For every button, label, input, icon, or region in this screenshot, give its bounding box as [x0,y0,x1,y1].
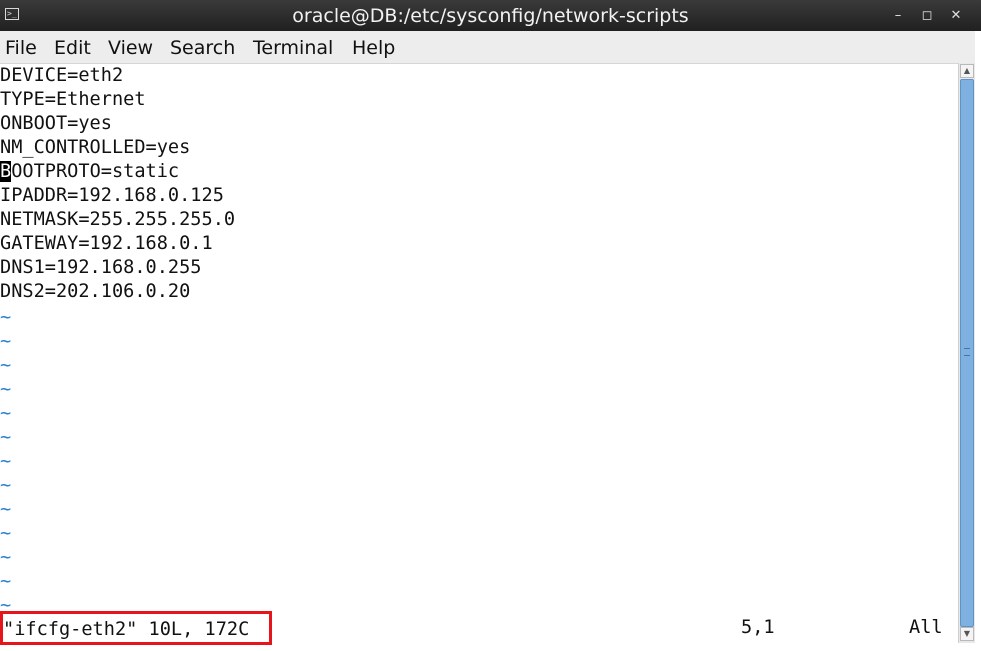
scrollbar-thumb[interactable] [960,79,974,627]
window-edge [975,31,981,651]
maximize-button[interactable]: ◻ [917,6,937,26]
menu-view[interactable]: View [108,36,153,60]
config-line-bootproto: BOOTPROTO=static [0,160,179,184]
menu-search[interactable]: Search [170,36,235,60]
title-bar[interactable]: >_ oracle@DB:/etc/sysconfig/network-scri… [0,0,981,31]
file-info-highlight: "ifcfg-eth2" 10L, 172C [0,611,272,645]
menu-edit[interactable]: Edit [54,36,91,60]
empty-line-marker: ~ [0,451,12,472]
config-line-onboot: ONBOOT=yes [0,113,112,134]
text-cursor: B [0,161,12,182]
empty-line-marker: ~ [0,331,12,352]
scroll-position: All [909,617,943,638]
config-line-nm-controlled: NM_CONTROLLED=yes [0,137,191,158]
empty-line-marker: ~ [0,427,12,448]
empty-line-marker: ~ [0,571,12,592]
empty-line-marker: ~ [0,499,12,520]
cursor-position: 5,1 [741,617,775,638]
vertical-scrollbar[interactable]: ▲ ▼ [958,63,976,643]
empty-line-marker: ~ [0,475,12,496]
config-line-ipaddr: IPADDR=192.168.0.125 [0,185,224,206]
empty-line-marker: ~ [0,307,12,328]
empty-line-marker: ~ [0,547,12,568]
menu-terminal[interactable]: Terminal [253,36,333,60]
scroll-up-icon[interactable]: ▲ [960,64,974,78]
config-line-netmask: NETMASK=255.255.255.0 [0,209,236,230]
empty-line-marker: ~ [0,523,12,544]
config-line-device: DEVICE=eth2 [0,65,124,86]
menu-bar: File Edit View Search Terminal Help [0,31,976,64]
empty-line-marker: ~ [0,403,12,424]
empty-line-marker: ~ [0,379,12,400]
file-info-status: "ifcfg-eth2" 10L, 172C [3,619,250,640]
config-line-dns2: DNS2=202.106.0.20 [0,281,191,302]
menu-file[interactable]: File [5,36,37,60]
empty-line-marker: ~ [0,355,12,376]
menu-help[interactable]: Help [352,36,395,60]
window-title: oracle@DB:/etc/sysconfig/network-scripts [292,5,689,27]
terminal-content[interactable]: DEVICE=eth2 TYPE=Ethernet ONBOOT=yes NM_… [0,64,958,651]
config-line-dns1: DNS1=192.168.0.255 [0,257,202,278]
scroll-down-icon[interactable]: ▼ [960,627,974,641]
cursor-line-rest: OOTPROTO=static [11,161,180,182]
close-button[interactable]: ✕ [946,6,966,26]
config-line-type: TYPE=Ethernet [0,89,146,110]
config-line-gateway: GATEWAY=192.168.0.1 [0,233,213,254]
terminal-window: >_ oracle@DB:/etc/sysconfig/network-scri… [0,0,981,651]
minimize-button[interactable]: – [888,6,908,26]
grip-icon [964,348,970,356]
